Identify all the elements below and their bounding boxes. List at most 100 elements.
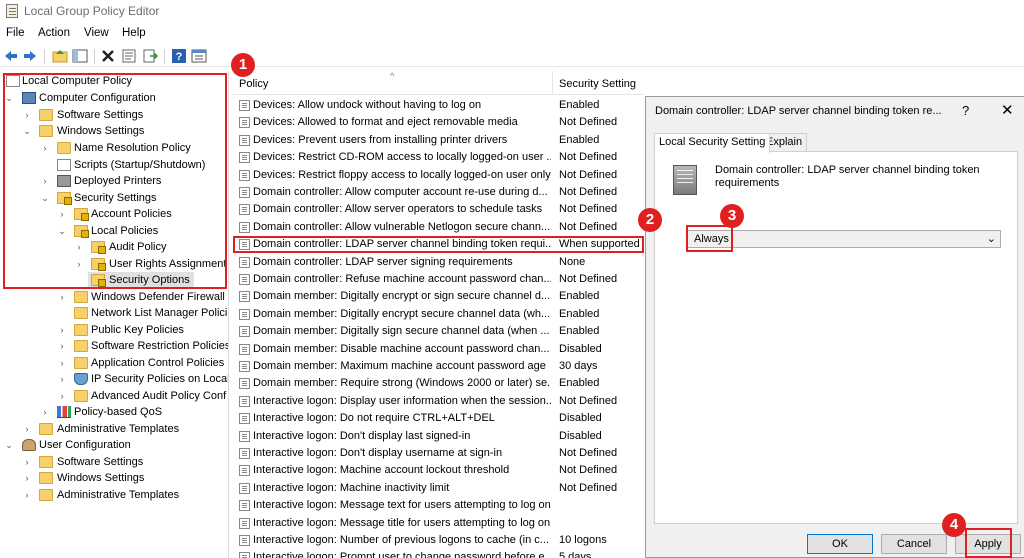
policy-row[interactable]: Devices: Prevent users from installing p… xyxy=(233,132,644,149)
menu-action[interactable]: Action xyxy=(38,27,70,39)
policy-row[interactable]: Domain controller: LDAP server signing r… xyxy=(233,254,644,271)
policy-row[interactable]: Domain controller: Allow computer accoun… xyxy=(233,184,644,201)
annotation-box-tree xyxy=(3,73,227,289)
security-setting-value: Not Defined xyxy=(559,447,618,459)
security-setting-value: Not Defined xyxy=(559,394,618,407)
policy-name: Interactive logon: Machine inactivity li… xyxy=(253,481,450,494)
policy-name: Devices: Prevent users from installing p… xyxy=(253,133,508,146)
policy-row[interactable]: Domain controller: LDAP server channel b… xyxy=(233,236,644,254)
menu-help[interactable]: Help xyxy=(122,27,146,39)
policy-row[interactable]: Domain controller: Refuse machine accoun… xyxy=(233,271,644,288)
policy-row[interactable]: Domain controller: Allow vulnerable Netl… xyxy=(233,219,644,236)
chevron-right-icon[interactable]: › xyxy=(57,324,67,336)
chevron-right-icon[interactable]: › xyxy=(57,373,67,385)
export-list-icon[interactable] xyxy=(142,48,158,64)
policy-row[interactable]: Interactive logon: Prompt user to change… xyxy=(233,549,644,558)
policy-row[interactable]: Devices: Restrict CD-ROM access to local… xyxy=(233,149,644,166)
folder-icon xyxy=(74,390,88,402)
policy-setting-icon xyxy=(239,500,250,512)
policy-row[interactable]: Domain member: Digitally sign secure cha… xyxy=(233,323,644,340)
annotation-badge-3: 3 xyxy=(720,204,744,228)
policy-setting-icon xyxy=(239,291,250,303)
chevron-down-icon[interactable]: ⌄ xyxy=(4,439,14,451)
policy-row[interactable]: Domain controller: Allow server operator… xyxy=(233,201,644,218)
policy-list: Policy ^ Security Setting Devices: Allow… xyxy=(233,71,644,558)
policy-name: Domain controller: Allow computer accoun… xyxy=(253,186,548,198)
security-setting-value: Enabled xyxy=(559,325,600,338)
ok-button[interactable]: OK xyxy=(807,534,873,554)
show-hide-tree-icon[interactable] xyxy=(72,48,88,64)
folder-icon xyxy=(74,324,88,336)
chevron-right-icon[interactable]: › xyxy=(22,472,32,484)
menu-view[interactable]: View xyxy=(84,27,109,39)
tab-local-security-setting[interactable]: Local Security Setting xyxy=(654,133,771,154)
policy-name: Devices: Allow undock without having to … xyxy=(253,99,482,111)
filter-view-icon[interactable] xyxy=(191,48,207,64)
policy-setting-icon xyxy=(239,378,250,390)
policy-setting-icon xyxy=(239,100,250,111)
security-setting-value: Not Defined xyxy=(559,168,618,181)
security-setting-value: Not Defined xyxy=(559,481,618,494)
setting-dropdown[interactable]: Always ⌄ xyxy=(687,230,1001,248)
menu-bar: File Action View Help xyxy=(0,25,1024,43)
chevron-right-icon[interactable]: › xyxy=(40,406,50,418)
column-header-policy[interactable]: Policy xyxy=(239,78,268,90)
up-folder-icon[interactable] xyxy=(52,48,68,64)
policy-name: Interactive logon: Message text for user… xyxy=(253,499,551,512)
policy-name: Interactive logon: Do not require CTRL+A… xyxy=(253,412,495,425)
policy-row[interactable]: Interactive logon: Machine account locko… xyxy=(233,462,644,479)
policy-row[interactable]: Domain member: Digitally encrypt secure … xyxy=(233,306,644,323)
policy-row[interactable]: Domain member: Maximum machine account p… xyxy=(233,358,644,375)
policy-row[interactable]: Interactive logon: Message title for use… xyxy=(233,515,644,532)
close-icon[interactable]: ✕ xyxy=(1001,101,1014,119)
back-arrow-icon[interactable] xyxy=(3,48,19,64)
menu-file[interactable]: File xyxy=(6,27,25,39)
delete-icon[interactable] xyxy=(100,48,116,64)
network-security-icon xyxy=(74,373,88,385)
policy-row[interactable]: Devices: Restrict floppy access to local… xyxy=(233,167,644,184)
policy-row[interactable]: Interactive logon: Message text for user… xyxy=(233,497,644,514)
policy-row[interactable]: Interactive logon: Don't display last si… xyxy=(233,428,644,445)
bar-chart-icon xyxy=(57,406,71,418)
chevron-down-icon[interactable]: ⌄ xyxy=(987,232,996,245)
policy-setting-icon xyxy=(239,552,250,558)
policy-row[interactable]: Interactive logon: Number of previous lo… xyxy=(233,532,644,549)
policy-row[interactable]: Domain member: Require strong (Windows 2… xyxy=(233,375,644,392)
chevron-right-icon[interactable]: › xyxy=(57,390,67,402)
help-button[interactable]: ? xyxy=(962,103,969,118)
chevron-right-icon[interactable]: › xyxy=(22,456,32,468)
column-header-security-setting[interactable]: Security Setting xyxy=(559,78,636,90)
properties-icon[interactable] xyxy=(121,48,137,64)
policy-row[interactable]: Interactive logon: Machine inactivity li… xyxy=(233,480,644,497)
chevron-right-icon[interactable]: › xyxy=(57,291,67,303)
chevron-right-icon[interactable]: › xyxy=(22,423,32,435)
policy-row[interactable]: Interactive logon: Do not require CTRL+A… xyxy=(233,410,644,427)
tab-panel: Domain controller: LDAP server channel b… xyxy=(654,151,1018,524)
policy-row[interactable]: Domain member: Disable machine account p… xyxy=(233,341,644,358)
chevron-right-icon[interactable]: › xyxy=(57,340,67,352)
policy-name: Domain controller: LDAP server channel b… xyxy=(253,238,551,251)
policy-setting-icon xyxy=(239,326,250,338)
security-setting-value: Disabled xyxy=(559,412,602,425)
chevron-right-icon[interactable]: › xyxy=(57,357,67,369)
policy-setting-icon xyxy=(239,204,250,216)
policy-setting-icon xyxy=(239,152,250,164)
help-icon[interactable]: ? xyxy=(171,48,187,64)
policy-name: Domain member: Digitally encrypt or sign… xyxy=(253,290,551,303)
policy-row[interactable]: Devices: Allow undock without having to … xyxy=(233,97,644,114)
security-setting-value: Not Defined xyxy=(559,203,618,216)
policy-setting-icon xyxy=(239,117,250,129)
cancel-button[interactable]: Cancel xyxy=(881,534,947,554)
folder-icon xyxy=(74,307,88,319)
security-setting-value: Not Defined xyxy=(559,464,618,477)
chevron-right-icon[interactable]: › xyxy=(22,489,32,501)
policy-name: Interactive logon: Don't display last si… xyxy=(253,429,471,442)
policy-row[interactable]: Devices: Allowed to format and eject rem… xyxy=(233,114,644,131)
policy-setting-icon xyxy=(239,430,250,442)
policy-row[interactable]: Interactive logon: Display user informat… xyxy=(233,393,644,410)
forward-arrow-icon[interactable] xyxy=(22,48,38,64)
policy-row[interactable]: Domain member: Digitally encrypt or sign… xyxy=(233,288,644,305)
policy-row[interactable]: Interactive logon: Don't display usernam… xyxy=(233,445,644,462)
policy-setting-icon xyxy=(239,274,250,285)
policy-setting-icon xyxy=(239,187,250,198)
